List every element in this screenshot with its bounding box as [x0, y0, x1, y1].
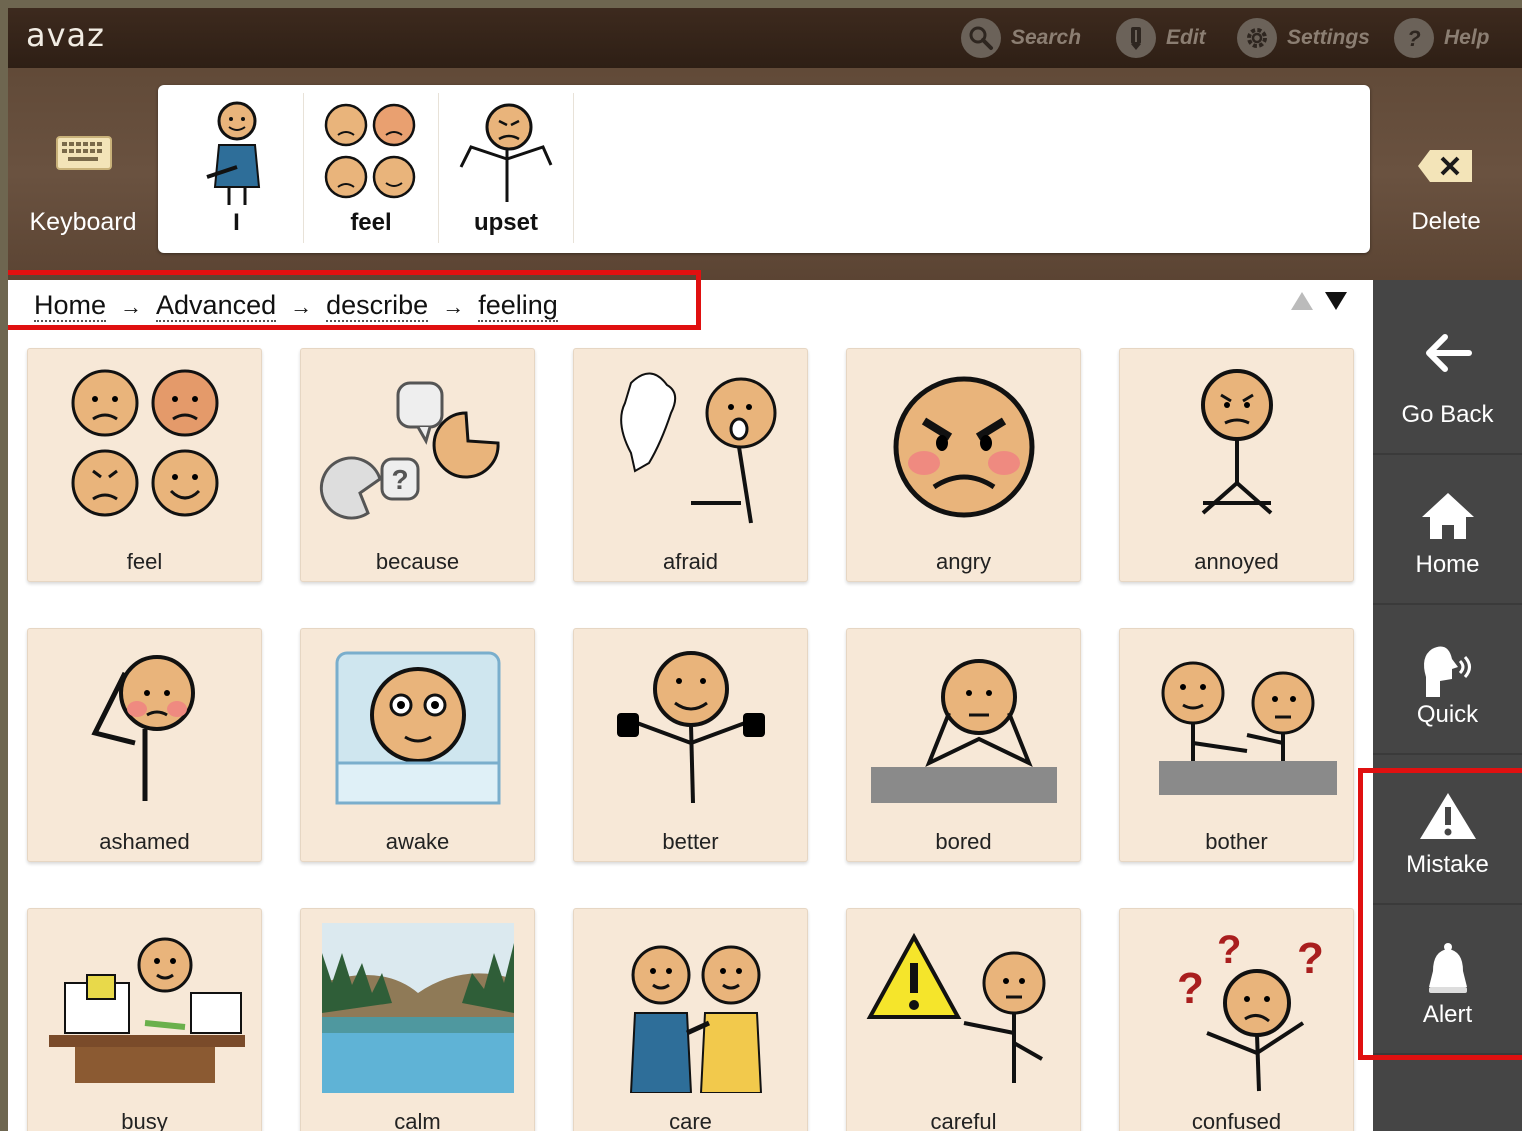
app-window: avaz Search Edit Settings ? Help Keyboar… — [8, 8, 1522, 1131]
faces-feelings-icon — [71, 369, 218, 517]
tile-label: feel — [126, 549, 163, 574]
home-label: Home — [1415, 551, 1480, 578]
tile-care[interactable]: care — [573, 908, 808, 1131]
svg-text:?: ? — [1217, 928, 1241, 972]
help-label: Help — [1444, 26, 1490, 49]
symbol-board: Home → Advanced → describe → feeling feel — [8, 280, 1373, 1131]
breadcrumb-highlight-box — [8, 270, 701, 330]
tile-feel[interactable]: feel — [27, 348, 262, 582]
go-back-button[interactable]: Go Back — [1373, 295, 1522, 455]
awake-bed-icon — [335, 651, 500, 805]
tile-awake[interactable]: awake — [300, 628, 535, 862]
arrow-left-icon — [1425, 334, 1472, 372]
home-button[interactable]: Home — [1373, 453, 1522, 605]
tile-bored[interactable]: bored — [846, 628, 1081, 862]
sentence-word[interactable]: feel — [304, 93, 439, 243]
settings-button[interactable]: Settings — [1237, 16, 1370, 60]
sentence-word-label: feel — [350, 209, 392, 236]
sentence-word[interactable]: I — [170, 93, 304, 243]
tile-label: because — [375, 549, 460, 574]
search-label: Search — [1011, 26, 1082, 49]
tile-calm[interactable]: calm — [300, 908, 535, 1131]
confused-person-icon: ? ? ? — [1177, 928, 1324, 1092]
sidebar-highlight-box — [1358, 768, 1522, 1060]
ashamed-person-icon — [90, 655, 195, 801]
sentence-word-label: I — [233, 209, 240, 236]
keyboard-icon — [56, 136, 112, 170]
edit-button[interactable]: Edit — [1116, 16, 1206, 60]
tile-because[interactable]: ? because — [300, 348, 535, 582]
lake-landscape-icon — [321, 923, 514, 1093]
top-bar: avaz Search Edit Settings ? Help — [8, 8, 1522, 68]
tile-label: angry — [935, 549, 992, 574]
svg-text:?: ? — [1407, 26, 1420, 51]
tile-angry[interactable]: angry — [846, 348, 1081, 582]
app-logo: avaz — [26, 16, 105, 54]
help-button[interactable]: ? Help — [1394, 16, 1490, 60]
scroll-down-icon[interactable] — [1324, 290, 1348, 312]
warning-person-icon — [866, 932, 1045, 1083]
tile-label: care — [669, 1109, 712, 1131]
speech-question-icon: ? — [319, 381, 500, 520]
gear-icon — [1237, 18, 1277, 58]
search-button[interactable]: Search — [961, 16, 1081, 60]
thumbs-up-person-icon — [616, 651, 765, 804]
tile-better[interactable]: better — [573, 628, 808, 862]
help-icon: ? — [1394, 18, 1434, 58]
sentence-strip[interactable]: I feel upset — [158, 85, 1370, 253]
ghost-scared-icon — [619, 372, 776, 524]
bother-people-icon — [1158, 661, 1337, 795]
person-self-icon — [205, 101, 260, 205]
tile-label: ashamed — [99, 829, 190, 854]
tile-afraid[interactable]: afraid — [573, 348, 808, 582]
tile-label: bored — [935, 829, 992, 854]
delete-button[interactable]: Delete — [1370, 68, 1522, 268]
sentence-word-label: upset — [473, 209, 538, 236]
scroll-up-icon[interactable] — [1290, 290, 1314, 312]
go-back-label: Go Back — [1401, 401, 1494, 428]
tile-confused[interactable]: ? ? ? confused — [1119, 908, 1354, 1131]
annoyed-person-icon — [1200, 369, 1273, 515]
tile-label: confused — [1191, 1109, 1282, 1131]
faces-feelings-icon — [324, 103, 416, 199]
delete-label: Delete — [1411, 208, 1481, 235]
keyboard-label: Keyboard — [29, 208, 137, 236]
keyboard-button[interactable]: Keyboard — [8, 68, 158, 268]
tile-label: annoyed — [1194, 549, 1279, 574]
edit-icon — [1116, 18, 1156, 58]
edit-label: Edit — [1166, 26, 1206, 49]
tile-label: awake — [385, 829, 450, 854]
upset-person-icon — [459, 103, 553, 202]
tile-label: careful — [930, 1109, 997, 1131]
tile-annoyed[interactable]: annoyed — [1119, 348, 1354, 582]
tile-ashamed[interactable]: ashamed — [27, 628, 262, 862]
svg-text:?: ? — [391, 464, 408, 495]
bored-person-icon — [870, 659, 1057, 803]
quick-label: Quick — [1416, 701, 1479, 728]
svg-text:?: ? — [1177, 964, 1204, 1013]
backspace-icon — [1418, 150, 1472, 182]
tile-label: busy — [121, 1109, 168, 1131]
tile-label: calm — [394, 1109, 441, 1131]
tile-label: better — [662, 829, 719, 854]
home-icon — [1421, 493, 1474, 539]
quick-button[interactable]: Quick — [1373, 603, 1522, 755]
sentence-word[interactable]: upset — [439, 93, 574, 243]
tile-label: afraid — [662, 549, 719, 574]
speaking-head-icon — [1423, 646, 1471, 697]
care-people-icon — [629, 945, 762, 1093]
tile-bother[interactable]: bother — [1119, 628, 1354, 862]
settings-label: Settings — [1287, 26, 1370, 49]
busy-desk-icon — [48, 937, 245, 1083]
tile-careful[interactable]: careful — [846, 908, 1081, 1131]
angry-face-icon — [893, 376, 1034, 518]
tile-busy[interactable]: busy — [27, 908, 262, 1131]
search-icon — [961, 18, 1001, 58]
svg-text:?: ? — [1297, 934, 1324, 983]
tile-label: bother — [1205, 829, 1268, 854]
